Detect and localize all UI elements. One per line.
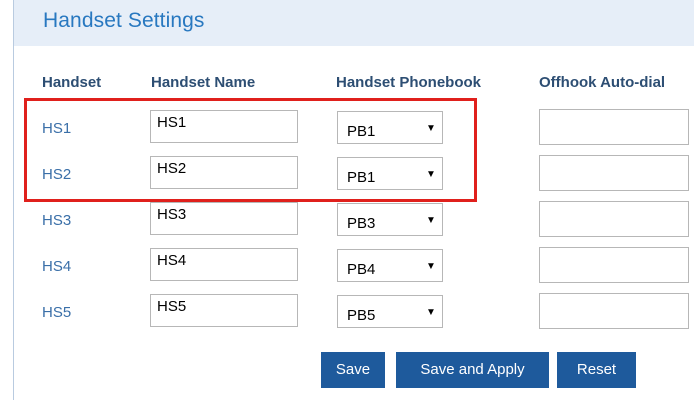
save-button[interactable]: Save <box>321 352 385 388</box>
save-and-apply-button[interactable]: Save and Apply <box>396 352 549 388</box>
column-header-handset-name: Handset Name <box>151 74 256 91</box>
offhook-auto-dial-input[interactable] <box>539 247 689 283</box>
phonebook-value: PB4 <box>347 261 376 278</box>
handset-label: HS5 <box>42 304 72 321</box>
page-title: Handset Settings <box>43 9 205 32</box>
phonebook-select[interactable]: PB3 ▼ <box>337 203 443 236</box>
highlight-box <box>24 98 477 202</box>
phonebook-select[interactable]: PB5 ▼ <box>337 295 443 328</box>
phonebook-value: PB3 <box>347 215 376 232</box>
handset-name-input[interactable] <box>150 294 298 327</box>
reset-button[interactable]: Reset <box>557 352 636 388</box>
phonebook-select[interactable]: PB4 ▼ <box>337 249 443 282</box>
title-bar: Handset Settings <box>13 0 694 46</box>
offhook-auto-dial-input[interactable] <box>539 293 689 329</box>
dropdown-arrow-icon: ▼ <box>426 261 436 272</box>
handset-name-input[interactable] <box>150 248 298 281</box>
dropdown-arrow-icon: ▼ <box>426 215 436 226</box>
handset-label: HS3 <box>42 212 72 229</box>
phonebook-value: PB5 <box>347 307 376 324</box>
offhook-auto-dial-input[interactable] <box>539 201 689 237</box>
dropdown-arrow-icon: ▼ <box>426 307 436 318</box>
column-header-offhook-auto-dial: Offhook Auto-dial <box>539 74 666 91</box>
offhook-auto-dial-input[interactable] <box>539 109 689 145</box>
offhook-auto-dial-input[interactable] <box>539 155 689 191</box>
column-header-handset: Handset <box>42 74 102 91</box>
handset-label: HS4 <box>42 258 72 275</box>
column-header-handset-phonebook: Handset Phonebook <box>336 74 482 91</box>
handset-name-input[interactable] <box>150 202 298 235</box>
